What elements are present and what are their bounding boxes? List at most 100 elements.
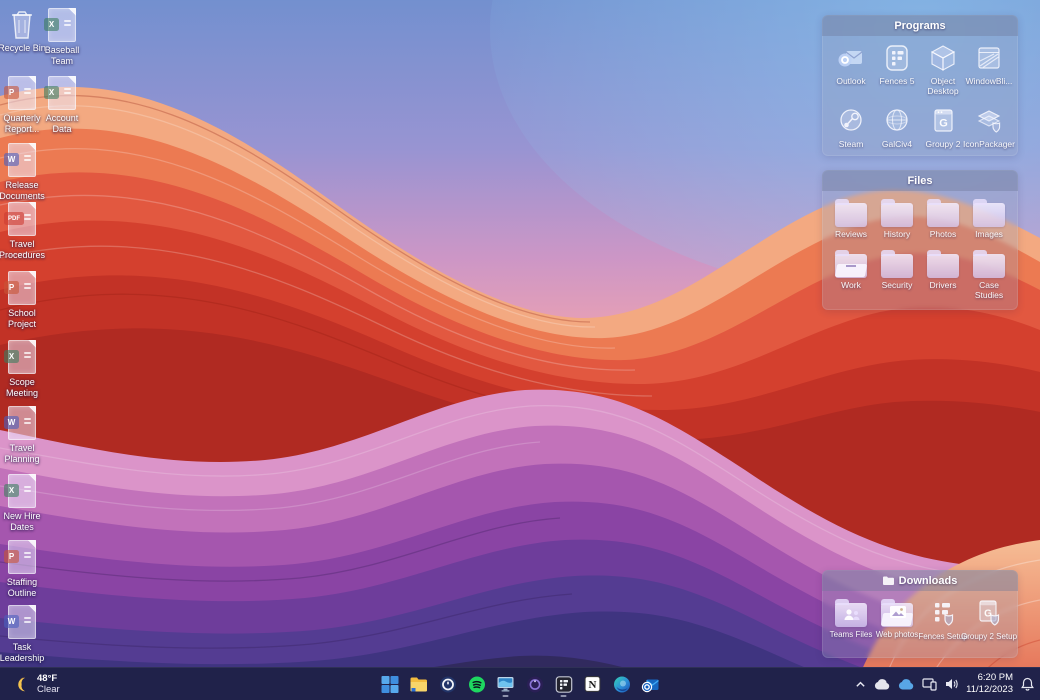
folder-photos-icon [881,603,913,627]
fence-programs: Programs Outlook [822,15,1018,156]
fence-item-reviews[interactable]: Reviews [828,197,874,240]
folder-icon [927,254,959,278]
fences-icon [881,42,913,74]
outlook-icon [835,42,867,74]
weather-temperature: 48°F [37,673,60,684]
notification-bell[interactable] [1021,677,1034,691]
outlook-button[interactable] [639,670,663,698]
fences-button[interactable] [552,670,576,698]
fence-item-label: Case Studies [966,281,1012,301]
fence-item-label: Web photos [876,630,919,639]
running-indicator [503,695,509,698]
file-explorer-button[interactable] [407,670,431,698]
taskbar-center: N [378,668,663,700]
weather-condition: Clear [37,684,60,695]
fence-item-object-desktop[interactable]: Object Desktop [920,42,966,97]
fences-shield-icon [927,597,959,629]
excel-file-icon: X [8,340,36,374]
object-desktop-cube-icon [927,42,959,74]
hidden-icons-chevron[interactable] [855,679,866,689]
svg-text:N: N [589,679,597,691]
open-folder-icon [835,254,867,278]
desktop-icon-staffing-outline[interactable]: P Staffing Outline [0,540,44,598]
crescent-moon-icon [14,676,31,693]
steam-icon [835,105,867,137]
fence-item-fences-5[interactable]: Fences 5 [874,42,920,97]
folder-icon [973,254,1005,278]
fence-item-photos[interactable]: Photos [920,197,966,240]
fence-item-web-photos[interactable]: Web photos [874,597,920,641]
word-file-icon: W [8,406,36,440]
fence-item-iconpackager[interactable]: IconPackager [966,105,1012,150]
weather-widget[interactable]: 48°F Clear [8,668,66,700]
excel-file-icon: X [8,474,36,508]
fence-item-history[interactable]: History [874,197,920,240]
fence-title: Files [907,175,932,187]
folder-icon [835,203,867,227]
fence-item-label: History [884,230,910,240]
desktop-icon-school-project[interactable]: P School Project [0,271,44,329]
notion-button[interactable]: N [581,670,605,698]
fence-item-images[interactable]: Images [966,197,1012,240]
pdf-file-icon: PDF [8,202,36,236]
fence-item-security[interactable]: Security [874,248,920,301]
desktop-icon-account-data[interactable]: X Account Data [40,76,84,134]
1password-button[interactable] [436,670,460,698]
onedrive-tray[interactable] [898,679,914,690]
tray-cloud[interactable] [874,679,890,690]
volume-tray[interactable] [945,678,958,690]
fence-item-steam[interactable]: Steam [828,105,874,150]
desktop-icon-new-hire-dates[interactable]: X New Hire Dates [0,474,44,532]
purple-orb-icon [526,676,543,693]
fence-item-label: Reviews [835,230,867,240]
fence-item-label: Groupy 2 [926,140,961,150]
desktop-icon-scope-meeting[interactable]: X Scope Meeting [0,340,44,398]
fence-item-label: GalCiv4 [882,140,912,150]
fence-item-label: Photos [930,230,956,240]
groupy-window-icon: G [927,105,959,137]
phone-link-tray[interactable] [922,678,937,691]
fence-item-case-studies[interactable]: Case Studies [966,248,1012,301]
fence-item-drivers[interactable]: Drivers [920,248,966,301]
notion-icon: N [585,676,601,692]
spotify-button[interactable] [465,670,489,698]
clock[interactable]: 6:20 PM 11/12/2023 [966,672,1013,697]
desktop-icon-label: Travel Planning [0,443,48,464]
desktop-icon-task-leadership[interactable]: W Task Leadership [0,605,44,663]
desktop-icon-travel-planning[interactable]: W Travel Planning [0,406,44,464]
desktop-icon-release-documents[interactable]: W Release Documents [0,143,44,201]
fence-item-label: Work [841,281,861,291]
start11-button[interactable] [523,670,547,698]
fence-downloads-header[interactable]: Downloads [822,570,1018,591]
fence-item-groupy-2[interactable]: G Groupy 2 [920,105,966,150]
fence-item-teams-files[interactable]: Teams Files [828,597,874,641]
desktop-icon-label: Staffing Outline [0,577,48,598]
edge-button[interactable] [610,670,634,698]
fence-item-label: Fences 5 [880,77,915,87]
fence-programs-header[interactable]: Programs [822,15,1018,36]
people-glyph [843,608,860,622]
fence-item-fences-setup[interactable]: Fences Setup [920,597,966,641]
fence-item-label: Drivers [930,281,957,291]
fence-item-windowblinds[interactable]: WindowBli... [966,42,1012,97]
bell-icon [1021,677,1034,691]
system-tray: 6:20 PM 11/12/2023 [855,668,1034,700]
folder-icon [883,576,894,585]
excel-file-icon: X [48,76,76,110]
deskscapes-button[interactable] [494,670,518,698]
desktop-icon-label: Task Leadership [0,642,48,663]
fence-item-galciv4[interactable]: GalCiv4 [874,105,920,150]
start-button[interactable] [378,670,402,698]
recycle-bin-icon [9,8,35,40]
cloud-icon [874,679,890,690]
chevron-up-icon [855,679,866,689]
fence-item-groupy-2-setup[interactable]: G Groupy 2 Setup [966,597,1012,641]
desktop-icon-baseball-team[interactable]: X Baseball Team [40,8,84,66]
folder-icon [881,203,913,227]
fence-item-outlook[interactable]: Outlook [828,42,874,97]
desktop-icon-label: Baseball Team [36,45,88,66]
fence-item-work[interactable]: Work [828,248,874,301]
desktop-icon-travel-procedures[interactable]: PDF Travel Procedures [0,202,44,260]
folder-icon [973,203,1005,227]
fence-files-header[interactable]: Files [822,170,1018,191]
